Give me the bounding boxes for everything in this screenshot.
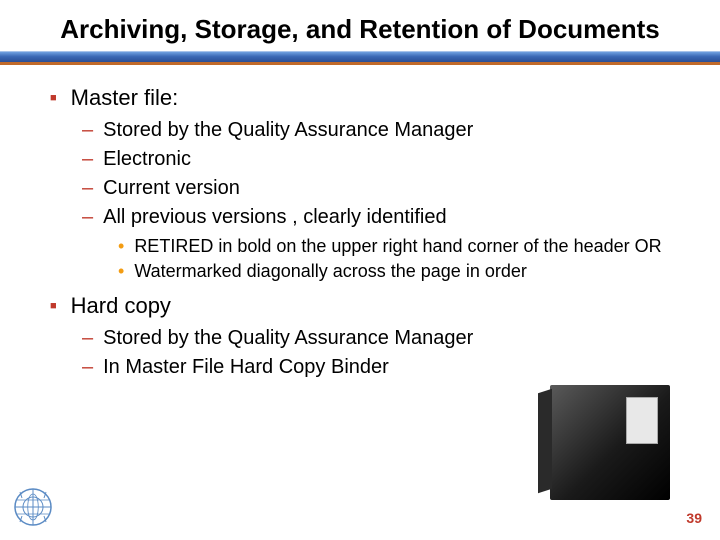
dot-bullet-icon: • xyxy=(118,235,124,258)
l3-text: Watermarked diagonally across the page i… xyxy=(134,260,527,283)
who-logo-icon xyxy=(12,486,54,528)
square-bullet-icon: ■ xyxy=(50,92,57,104)
l3-text: RETIRED in bold on the upper right hand … xyxy=(134,235,661,258)
dash-bullet-icon: – xyxy=(82,204,93,230)
title-area: Archiving, Storage, and Retention of Doc… xyxy=(0,0,720,51)
list-item: • RETIRED in bold on the upper right han… xyxy=(118,235,690,258)
list-item: – Stored by the Quality Assurance Manage… xyxy=(82,117,690,144)
bullet-list-level2: – Stored by the Quality Assurance Manage… xyxy=(82,117,690,231)
dash-bullet-icon: – xyxy=(82,325,93,351)
list-item: • Watermarked diagonally across the page… xyxy=(118,260,690,283)
slide-title: Archiving, Storage, and Retention of Doc… xyxy=(40,14,680,45)
list-item: – Electronic xyxy=(82,146,690,173)
square-bullet-icon: ■ xyxy=(50,300,57,312)
l2-text: Stored by the Quality Assurance Manager xyxy=(103,325,473,352)
l2-text: Current version xyxy=(103,175,240,202)
list-item: – In Master File Hard Copy Binder xyxy=(82,354,690,381)
l2-text: Stored by the Quality Assurance Manager xyxy=(103,117,473,144)
dash-bullet-icon: – xyxy=(82,175,93,201)
bullet-list-level3: • RETIRED in bold on the upper right han… xyxy=(118,235,690,284)
l2-text: Electronic xyxy=(103,146,191,173)
binder-image-icon xyxy=(550,385,670,500)
l1-text: Master file: xyxy=(71,83,179,113)
list-item: – All previous versions , clearly identi… xyxy=(82,204,690,231)
title-underline-bar xyxy=(0,51,720,65)
list-item: – Current version xyxy=(82,175,690,202)
content-area: ■ Master file: – Stored by the Quality A… xyxy=(0,83,720,381)
l2-text: In Master File Hard Copy Binder xyxy=(103,354,389,381)
dash-bullet-icon: – xyxy=(82,354,93,380)
list-item: ■ Master file: – Stored by the Quality A… xyxy=(50,83,690,283)
bullet-list-level2: – Stored by the Quality Assurance Manage… xyxy=(82,325,690,381)
dash-bullet-icon: – xyxy=(82,117,93,143)
list-item: – Stored by the Quality Assurance Manage… xyxy=(82,325,690,352)
page-number: 39 xyxy=(686,510,702,526)
l1-text: Hard copy xyxy=(71,291,171,321)
l2-text: All previous versions , clearly identifi… xyxy=(103,204,447,231)
bullet-list-level1: ■ Master file: – Stored by the Quality A… xyxy=(50,83,690,381)
dash-bullet-icon: – xyxy=(82,146,93,172)
dot-bullet-icon: • xyxy=(118,260,124,283)
list-item: ■ Hard copy – Stored by the Quality Assu… xyxy=(50,291,690,381)
